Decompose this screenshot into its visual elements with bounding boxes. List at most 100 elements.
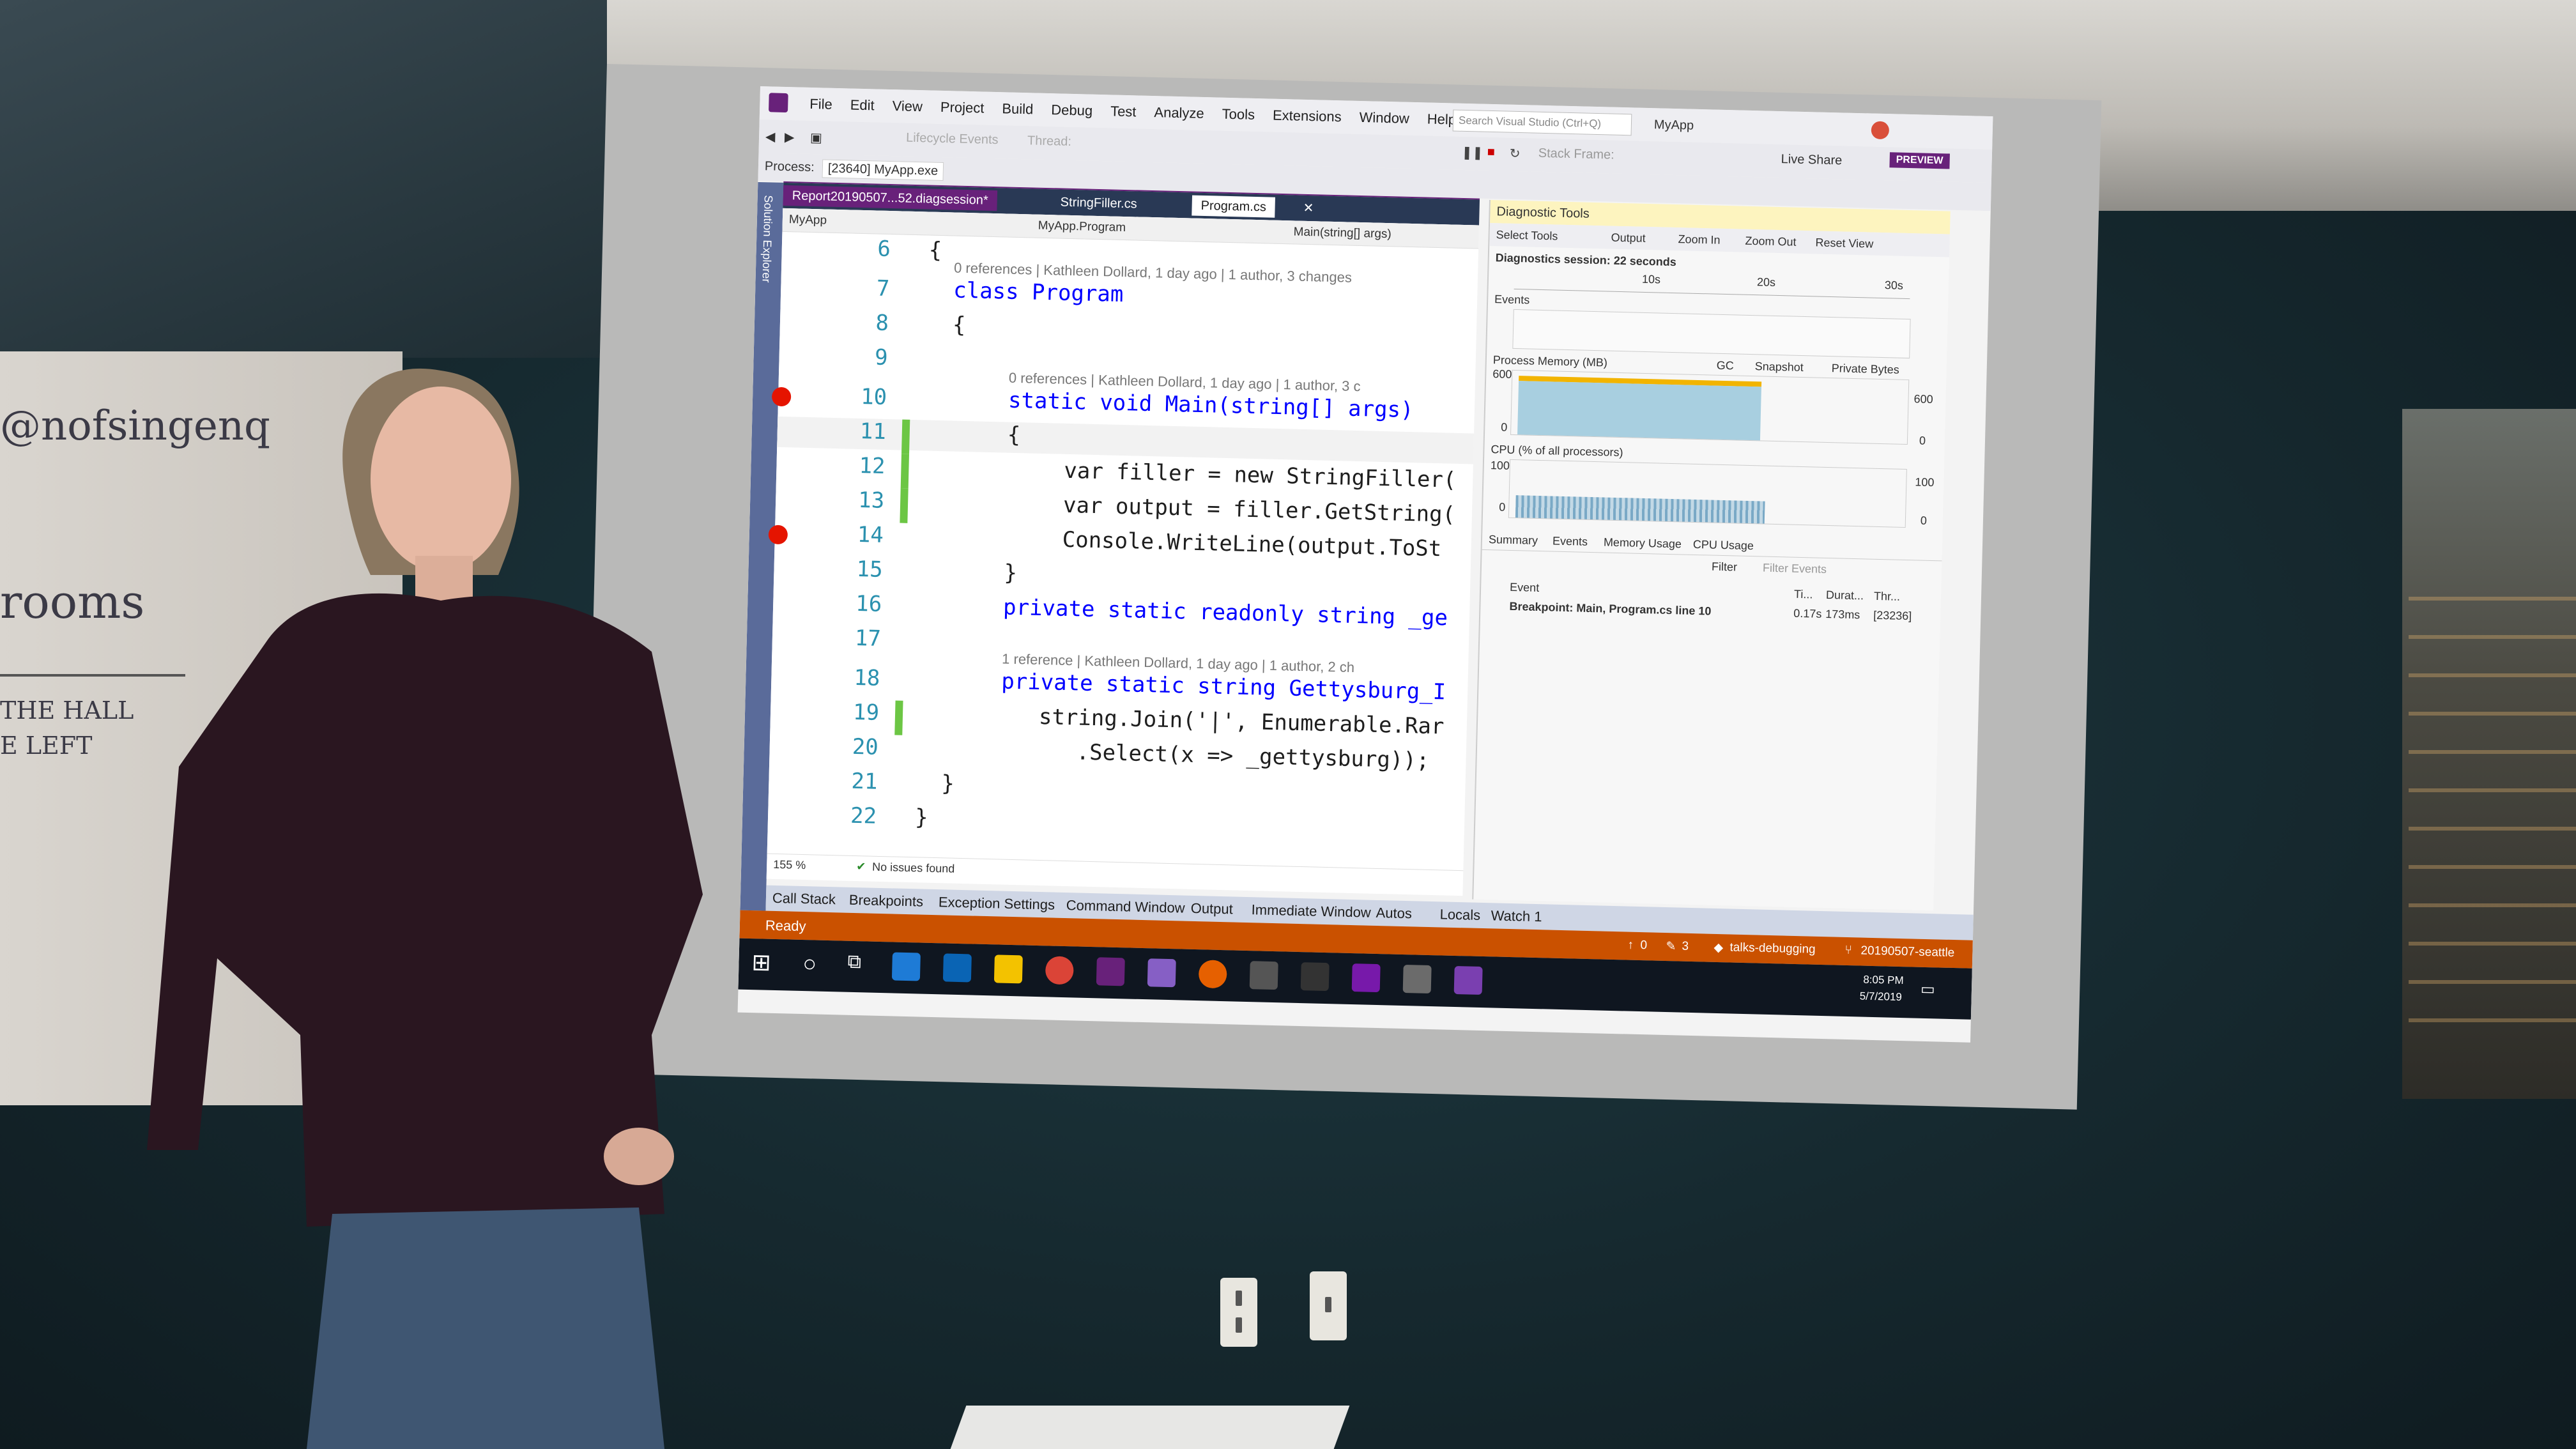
tab-watch-1[interactable]: Watch 1: [1491, 903, 1542, 930]
code-text: class Program: [953, 277, 1124, 307]
zoom-level[interactable]: 155 %: [773, 858, 806, 872]
errors-count[interactable]: 0: [1640, 939, 1647, 953]
presenter: [147, 368, 703, 1449]
select-tools-button[interactable]: Select Tools: [1496, 228, 1558, 243]
tab-events[interactable]: Events: [1552, 535, 1588, 549]
solution-name: MyApp: [1653, 118, 1694, 133]
branch-name[interactable]: talks-debugging: [1729, 940, 1816, 956]
clock-date[interactable]: 5/7/2019: [1859, 990, 1902, 1004]
lifecycle-events-label[interactable]: Lifecycle Events: [906, 131, 999, 148]
search-input[interactable]: Search Visual Studio (Ctrl+Q): [1452, 109, 1632, 136]
terminal-icon[interactable]: [1300, 962, 1330, 992]
menu-build[interactable]: Build: [1002, 92, 1034, 126]
save-icon[interactable]: ▣: [810, 130, 823, 146]
nav-project[interactable]: MyApp: [789, 213, 827, 227]
cpu-graph[interactable]: [1508, 459, 1907, 528]
zoom-out-button[interactable]: Zoom Out: [1745, 234, 1796, 249]
vs-logo-icon: [769, 93, 788, 113]
pause-icon[interactable]: ❚❚: [1461, 144, 1483, 161]
notepad-icon[interactable]: [1402, 965, 1432, 994]
event-row-duration: 173ms: [1825, 607, 1860, 622]
events-section-label[interactable]: Events: [1494, 293, 1530, 307]
tab-call-stack[interactable]: Call Stack: [772, 885, 836, 912]
zoom-in-button[interactable]: Zoom In: [1678, 233, 1721, 247]
line-number: 11: [859, 418, 887, 445]
filter-events-input[interactable]: Filter Events: [1763, 562, 1827, 576]
tab-locals[interactable]: Locals: [1439, 901, 1481, 928]
live-share-button[interactable]: Live Share: [1781, 152, 1842, 168]
timeline-ruler[interactable]: 10s 20s 30s: [1514, 269, 1911, 300]
menu-extensions[interactable]: Extensions: [1272, 99, 1342, 134]
output-button[interactable]: Output: [1611, 231, 1646, 245]
file-explorer-icon[interactable]: [993, 954, 1023, 984]
edge-icon[interactable]: [891, 952, 921, 981]
tab-autos[interactable]: Autos: [1376, 900, 1412, 926]
tab-output[interactable]: Output: [1190, 896, 1233, 923]
outlook-icon[interactable]: [942, 953, 972, 983]
solution-explorer-tab[interactable]: Solution Explorer: [759, 195, 774, 283]
notifications-icon[interactable]: ▭: [1920, 980, 1935, 999]
memory-graph[interactable]: [1510, 369, 1910, 445]
forward-icon[interactable]: ▶: [785, 129, 795, 145]
menu-analyze[interactable]: Analyze: [1154, 96, 1205, 130]
tab-summary[interactable]: Summary: [1489, 533, 1538, 548]
onenote-icon[interactable]: [1351, 963, 1381, 993]
start-icon[interactable]: ⊞: [751, 949, 771, 976]
tab-diagsession[interactable]: Report20190507...52.diagsession*: [783, 185, 998, 211]
tab-exception-settings[interactable]: Exception Settings: [938, 889, 1055, 917]
tick-30s: 30s: [1884, 279, 1904, 292]
outlet-slot-bottom: [1236, 1317, 1242, 1333]
visual-studio-preview-icon[interactable]: [1147, 958, 1176, 988]
process-label: Process:: [764, 159, 815, 175]
tab-breakpoints[interactable]: Breakpoints: [848, 887, 924, 915]
back-icon[interactable]: ◀: [765, 128, 776, 144]
nav-member[interactable]: Main(string[] args): [1293, 225, 1392, 241]
column-thread[interactable]: Thr...: [1874, 590, 1900, 604]
cpu-axis-right-top: 100: [1915, 475, 1935, 489]
menu-edit[interactable]: Edit: [850, 88, 875, 122]
app-purple-icon[interactable]: [1453, 965, 1483, 995]
cortana-icon[interactable]: ○: [802, 950, 817, 977]
avatar[interactable]: [1871, 121, 1890, 140]
firefox-icon[interactable]: [1198, 960, 1227, 989]
menu-test[interactable]: Test: [1110, 95, 1137, 128]
visual-studio-icon[interactable]: [1096, 957, 1125, 986]
menu-project[interactable]: Project: [940, 91, 985, 125]
column-time[interactable]: Ti...: [1794, 588, 1813, 602]
issues-label[interactable]: No issues found: [872, 861, 955, 876]
close-icon[interactable]: ✕: [1294, 197, 1323, 218]
table-edge: [950, 1406, 1350, 1449]
filter-button[interactable]: Filter: [1712, 560, 1737, 574]
code-editor[interactable]: MyApp MyApp.Program Main(string[] args) …: [766, 208, 1480, 896]
column-event[interactable]: Event: [1510, 581, 1540, 595]
tab-memory-usage[interactable]: Memory Usage: [1604, 535, 1682, 551]
menu-help[interactable]: Help: [1427, 103, 1457, 137]
repo-name[interactable]: 20190507-seattle: [1860, 944, 1954, 960]
nav-class[interactable]: MyApp.Program: [1038, 219, 1126, 235]
stop-icon[interactable]: ■: [1487, 145, 1496, 160]
app-icon[interactable]: [1249, 961, 1278, 990]
menu-file[interactable]: File: [809, 88, 833, 121]
tab-immediate-window[interactable]: Immediate Window: [1251, 897, 1371, 926]
restart-icon[interactable]: ↻: [1509, 146, 1520, 162]
reset-view-button[interactable]: Reset View: [1815, 236, 1873, 250]
menu-debug[interactable]: Debug: [1051, 93, 1093, 128]
tab-stringfiller[interactable]: StringFiller.cs: [1051, 192, 1146, 215]
event-row-name[interactable]: Breakpoint: Main, Program.cs line 10: [1509, 600, 1711, 618]
tab-command-window[interactable]: Command Window: [1066, 893, 1185, 921]
process-select[interactable]: [23640] MyApp.exe: [822, 159, 944, 181]
branch-icon: ⑂: [1844, 943, 1853, 958]
chrome-icon[interactable]: [1045, 956, 1074, 985]
menu-window[interactable]: Window: [1359, 101, 1409, 135]
menu-tools[interactable]: Tools: [1222, 98, 1255, 132]
task-view-icon[interactable]: ⧉: [847, 951, 861, 974]
clock-time[interactable]: 8:05 PM: [1863, 974, 1904, 988]
tab-cpu-usage[interactable]: CPU Usage: [1693, 538, 1754, 553]
menu-view[interactable]: View: [892, 89, 923, 123]
column-duration[interactable]: Durat...: [1826, 588, 1864, 602]
cpu-section-label[interactable]: CPU (% of all processors): [1491, 443, 1623, 459]
edits-count[interactable]: 3: [1682, 940, 1689, 954]
memory-section-label[interactable]: Process Memory (MB): [1493, 353, 1607, 369]
event-row-thread: [23236]: [1873, 608, 1912, 623]
tab-program[interactable]: Program.cs: [1192, 195, 1276, 218]
